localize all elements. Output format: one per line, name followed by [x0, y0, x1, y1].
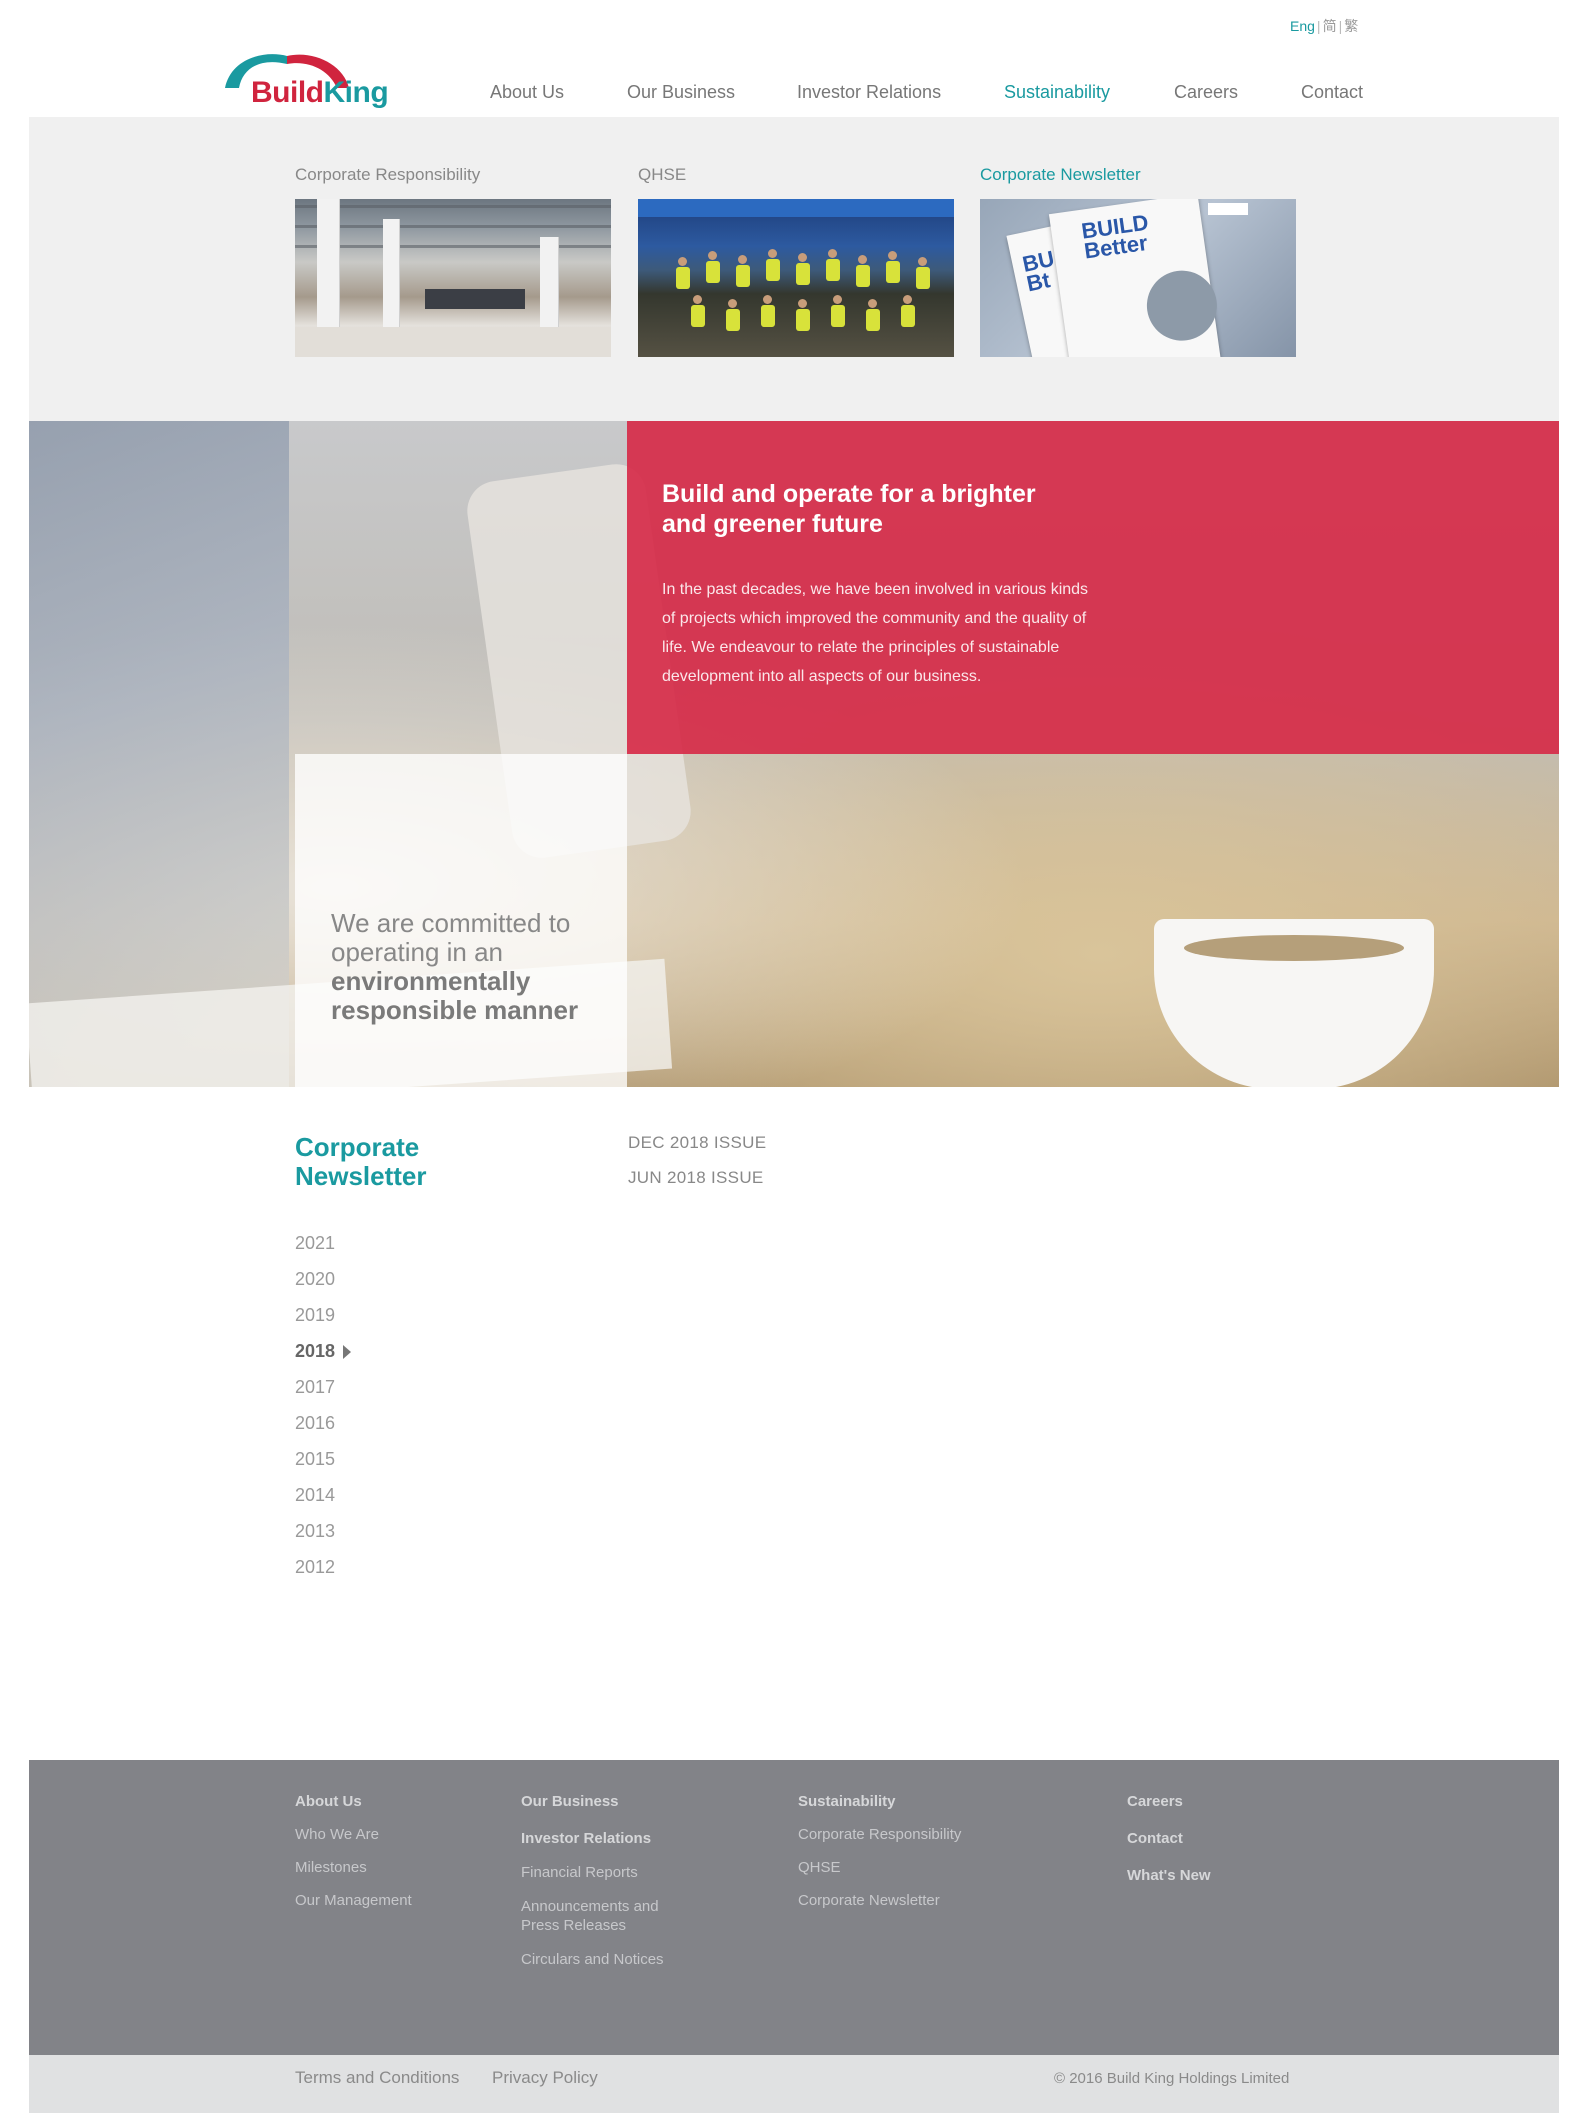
hero-background-cup	[1154, 919, 1434, 1087]
footer-link[interactable]: Circulars and Notices	[521, 1951, 681, 1984]
footer-link[interactable]: Who We Are	[295, 1826, 412, 1859]
footer: About Us Who We Are Milestones Our Manag…	[29, 1760, 1559, 2055]
footer-link[interactable]: QHSE	[798, 1859, 961, 1892]
hero-body: In the past decades, we have been involv…	[662, 581, 1089, 685]
nav-sustainability[interactable]: Sustainability	[1004, 82, 1110, 103]
hero-quote: We are committed to operating in an envi…	[331, 909, 581, 1025]
selected-arrow-icon	[343, 1345, 351, 1359]
footer-link[interactable]: Financial Reports	[521, 1864, 681, 1897]
newsletter-issue-list: DEC 2018 ISSUE JUN 2018 ISSUE	[628, 1132, 766, 1202]
nav-our-business[interactable]: Our Business	[627, 82, 735, 103]
newsletter-issue-link[interactable]: JUN 2018 ISSUE	[628, 1167, 766, 1202]
newsletter-issue-link[interactable]: DEC 2018 ISSUE	[628, 1132, 766, 1167]
submenu-label[interactable]: Corporate Newsletter	[980, 165, 1141, 185]
lang-separator: |	[1338, 18, 1343, 34]
footer-link-whats-new[interactable]: What's New	[1127, 1867, 1211, 1900]
hero-quote-light: We are committed to operating in an	[331, 908, 571, 967]
year-link[interactable]: 2020	[295, 1267, 335, 1303]
submenu-label[interactable]: Corporate Responsibility	[295, 165, 480, 185]
footer-link[interactable]: Announcements and Press Releases	[521, 1897, 681, 1951]
footer-column-about: About Us Who We Are Milestones Our Manag…	[295, 1793, 412, 1925]
footer-link-investor-relations[interactable]: Investor Relations	[521, 1830, 681, 1864]
year-link[interactable]: 2013	[295, 1519, 335, 1555]
main-navigation: About Us Our Business Investor Relations…	[490, 82, 1368, 106]
footer-link-sustainability[interactable]: Sustainability	[798, 1793, 961, 1826]
terms-link[interactable]: Terms and Conditions	[295, 2068, 459, 2088]
footer-column-business: Our Business Investor Relations Financia…	[521, 1793, 681, 1984]
lang-eng[interactable]: Eng	[1290, 18, 1315, 34]
qhse-thumbnail[interactable]	[638, 199, 954, 357]
year-link[interactable]: 2017	[295, 1375, 335, 1411]
footer-link-contact[interactable]: Contact	[1127, 1830, 1211, 1867]
privacy-link[interactable]: Privacy Policy	[492, 2068, 598, 2088]
footer-bottom-bar: Terms and Conditions Privacy Policy © 20…	[29, 2055, 1559, 2113]
footer-link[interactable]: Our Management	[295, 1892, 412, 1925]
footer-link-about-us[interactable]: About Us	[295, 1793, 412, 1826]
corporate-responsibility-thumbnail[interactable]	[295, 199, 611, 357]
logo-wordmark: BuildKing	[251, 76, 389, 109]
year-filter-list: 2021 2020 2019 2018 2017 2016 2015 2014 …	[295, 1231, 351, 1591]
language-switcher: Eng | 简 | 繁	[1290, 16, 1358, 36]
footer-link[interactable]: Corporate Responsibility	[798, 1826, 961, 1859]
footer-link-careers[interactable]: Careers	[1127, 1793, 1211, 1830]
hero-heading: Build and operate for a brighter and gre…	[662, 480, 1036, 538]
lang-traditional[interactable]: 繁	[1344, 18, 1358, 34]
sustainability-submenu: Corporate Responsibility QHSE Corporate …	[29, 117, 1559, 421]
year-link[interactable]: 2019	[295, 1303, 335, 1339]
nav-about-us[interactable]: About Us	[490, 82, 564, 103]
build-king-logo[interactable]: BuildKing	[217, 48, 397, 109]
year-link[interactable]: 2014	[295, 1483, 335, 1519]
lang-simplified[interactable]: 简	[1323, 18, 1337, 34]
hero-quote-bold: environmentally responsible manner	[331, 966, 579, 1025]
footer-link-our-business[interactable]: Our Business	[521, 1793, 681, 1830]
lang-separator: |	[1316, 18, 1321, 34]
year-link[interactable]: 2015	[295, 1447, 335, 1483]
footer-column-sustainability: Sustainability Corporate Responsibility …	[798, 1793, 961, 1925]
nav-investor-relations[interactable]: Investor Relations	[797, 82, 941, 103]
copyright-text: © 2016 Build King Holdings Limited	[1054, 2070, 1290, 2087]
year-link[interactable]: 2021	[295, 1231, 335, 1267]
corporate-newsletter-thumbnail[interactable]: BU Bt BUILD Better	[980, 199, 1296, 357]
footer-column-careers: Careers Contact What's New	[1127, 1793, 1211, 1900]
footer-link[interactable]: Corporate Newsletter	[798, 1892, 961, 1925]
sustainability-hero: Build and operate for a brighter and gre…	[29, 421, 1559, 1087]
hero-quote-panel: We are committed to operating in an envi…	[295, 754, 627, 1087]
nav-contact[interactable]: Contact	[1301, 82, 1363, 103]
year-link[interactable]: 2016	[295, 1411, 335, 1447]
section-title: Corporate Newsletter	[295, 1132, 427, 1191]
submenu-label[interactable]: QHSE	[638, 165, 686, 185]
nav-careers[interactable]: Careers	[1174, 82, 1238, 103]
year-link-selected[interactable]: 2018	[295, 1339, 351, 1375]
year-link[interactable]: 2012	[295, 1555, 335, 1591]
footer-link[interactable]: Milestones	[295, 1859, 412, 1892]
hero-red-panel: Build and operate for a brighter and gre…	[627, 421, 1559, 754]
